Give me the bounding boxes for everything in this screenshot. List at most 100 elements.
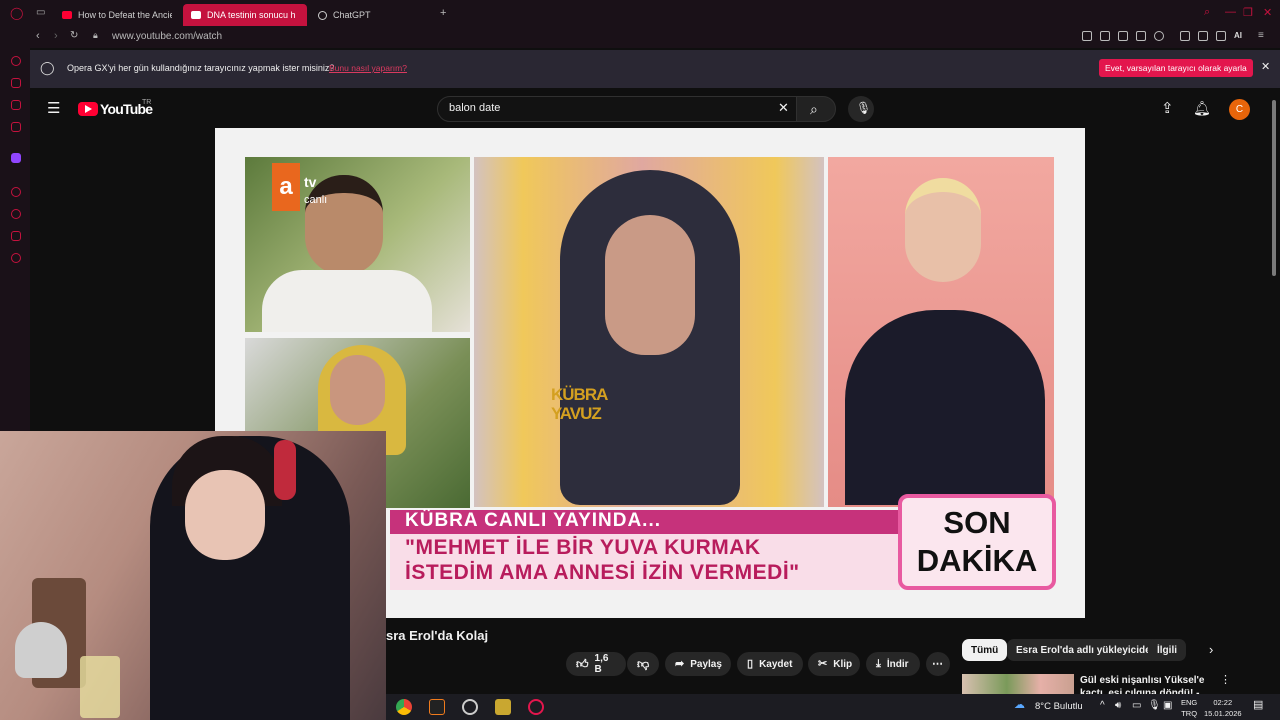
weather-text[interactable]: 8°C Bulutlu [1035,701,1083,712]
chip-related[interactable]: İlgili [1148,639,1186,661]
voice-search-button[interactable]: 🎙︎ [848,96,874,122]
media-icon[interactable] [1136,31,1146,41]
display-icon[interactable]: ▣ [1163,701,1172,711]
chip-from-uploader[interactable]: Esra Erol'da adlı yükleyiciden [1007,639,1166,661]
atv-logo: a [272,163,300,211]
more-actions-button[interactable]: ⋯ [926,652,950,676]
gx-corner-icon[interactable] [11,78,21,88]
lock-icon: 🔒︎ [93,30,98,40]
download-icon[interactable] [1216,31,1226,41]
opera-info-icon: ◯ [40,60,55,75]
tab-chatgpt[interactable]: ChatGPT [310,4,410,26]
search-button[interactable]: ⌕ [796,96,836,122]
save-button[interactable]: ▯ Kaydet [737,652,803,676]
news-icon[interactable] [11,122,21,132]
like-button[interactable]: 👍︎ 1,6 B [566,652,626,676]
history-icon[interactable] [11,209,21,219]
youtube-favicon-icon [191,11,201,19]
chip-all[interactable]: Tümü [962,639,1008,661]
extensions-icon[interactable] [1180,31,1190,41]
clock[interactable]: 02:22 15.01.2026 [1204,697,1242,719]
menu-icon[interactable]: ≡ [1258,31,1264,41]
chevron-right-icon[interactable]: › [1209,643,1213,656]
bookmark-icon: ▯ [747,657,754,670]
hamburger-menu-icon[interactable]: ☰ [47,101,60,116]
atv-canli-label: canlı [304,194,328,206]
headline-text: KÜBRA CANLI YAYINDA... [405,510,662,531]
back-icon[interactable]: ‹ [36,30,40,42]
tab-how-to-defeat[interactable]: How to Defeat the Ancient [54,4,172,26]
banner-question: Opera GX'yi her gün kullandığınız tarayı… [67,63,335,73]
mic-icon: 🎙︎ [856,101,872,115]
banner-close-icon[interactable]: ✕ [1261,62,1270,73]
ai-icon[interactable]: AI [1234,31,1242,40]
forward-icon[interactable]: › [54,30,58,42]
recommended-title[interactable]: Gül eski nişanlısı Yüksel'e kaçtı, eşi ç… [1080,674,1220,696]
maximize-icon[interactable]: ❐ [1243,6,1253,19]
youtube-logo-icon[interactable] [78,102,98,116]
tab-label: ChatGPT [333,10,371,20]
kubra-face [605,215,695,355]
download-button[interactable]: ⤓ İndir [866,652,920,676]
page-scrollbar[interactable] [1272,100,1276,276]
lang-line-2: TRQ [1181,709,1198,718]
man-shirt [262,270,432,332]
player-icon[interactable] [11,187,21,197]
microphone [15,622,67,678]
banner-howto-link[interactable]: Bunu nasıl yaparım? [329,63,407,73]
notification-center-icon[interactable]: ▤ [1253,700,1263,711]
settings-icon[interactable] [11,253,21,263]
name-overlay: KÜBRA YAVUZ [551,385,608,423]
app-taskbar-icon[interactable] [429,699,445,715]
twitch-icon[interactable] [11,153,21,163]
clip-button[interactable]: ✂ Klip [808,652,860,676]
language-indicator[interactable]: ENG TRQ [1181,697,1197,719]
tea-glass [80,656,120,718]
notifications-bell-icon[interactable]: 🔔︎ [1193,101,1211,115]
mother-face [330,355,385,425]
new-tab-icon[interactable]: + [440,8,446,19]
volume-icon[interactable]: 🔊︎ [1115,701,1121,711]
wallet-icon[interactable] [1198,31,1208,41]
more-vertical-icon[interactable]: ⋮ [1220,675,1231,686]
chrome-taskbar-icon[interactable] [396,699,412,715]
host-face [905,178,981,282]
region-code: TR [142,99,152,106]
snapshot-icon[interactable] [1100,31,1110,41]
tab-menu-icon[interactable]: ▭ [36,8,45,18]
network-icon[interactable]: ▭ [1132,701,1141,711]
minimize-icon[interactable]: — [1225,6,1236,18]
search-tabs-icon[interactable]: ⌕ [1204,6,1210,19]
pin-icon[interactable] [1082,31,1092,41]
more-horizontal-icon: ⋯ [932,657,943,670]
messenger-icon[interactable] [11,100,21,110]
avatar[interactable]: C [1229,99,1250,120]
opera-taskbar-icon[interactable] [528,699,544,715]
chatgpt-favicon-icon [318,10,327,20]
dislike-button[interactable]: 👎︎ [627,652,659,676]
set-default-button[interactable]: Evet, varsayılan tarayıcı olarak ayarla [1099,59,1253,77]
url-field[interactable]: www.youtube.com/watch [112,31,222,42]
extensions-sidebar-icon[interactable] [11,231,21,241]
mic-tray-icon[interactable]: 🎙︎ [1148,701,1161,711]
gx-control-icon[interactable] [11,56,21,66]
adblock-icon[interactable] [1118,31,1128,41]
share-icon: ➦ [675,657,685,670]
search-icon: ⌕ [810,101,818,117]
share-button[interactable]: ➦ Paylaş [665,652,731,676]
search-query[interactable]: balon date [449,102,500,114]
tab-dna-testinin[interactable]: DNA testinin sonucu h [183,4,307,26]
game-taskbar-icon[interactable] [495,699,511,715]
tray-chevron-icon[interactable]: ^ [1100,701,1105,711]
close-window-icon[interactable]: ✕ [1263,6,1272,19]
clear-search-icon[interactable]: ✕ [778,101,789,114]
opera-gx-logo-icon[interactable]: ◯ [10,7,23,19]
heart-icon[interactable] [1154,31,1164,41]
create-icon[interactable]: ⇪ [1161,101,1174,116]
atv-tv-label: tv [304,174,317,190]
weather-icon: ☁ [1014,699,1025,711]
reload-icon[interactable]: ↻ [70,30,78,41]
download-label: İndir [886,658,909,670]
lang-line-1: ENG [1181,698,1198,707]
obs-taskbar-icon[interactable] [462,699,478,715]
